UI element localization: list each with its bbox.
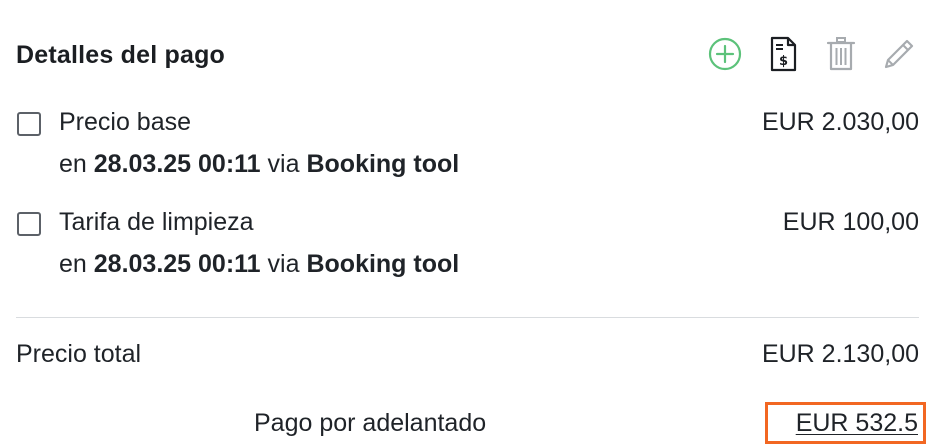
item-checkbox[interactable] xyxy=(17,212,41,236)
item-date: 28.03.25 00:11 xyxy=(93,150,261,178)
delete-button[interactable] xyxy=(821,34,861,74)
item-meta: en 28.03.25 00:11 via Booking tool xyxy=(59,250,459,279)
svg-text:$: $ xyxy=(779,54,788,69)
advance-payment-value[interactable]: EUR 532.5 xyxy=(796,409,918,438)
edit-button[interactable] xyxy=(879,34,919,74)
item-source: Booking tool xyxy=(306,150,460,178)
advance-payment-label: Pago por adelantado xyxy=(254,409,487,437)
item-meta-prefix: en xyxy=(59,150,87,178)
invoice-dollar-icon: $ xyxy=(770,36,797,72)
item-amount: EUR 100,00 xyxy=(782,208,919,236)
total-label: Precio total xyxy=(16,340,142,368)
payment-item: Precio base EUR 2.030,00 en 28.03.25 00:… xyxy=(16,104,919,184)
add-payment-button[interactable] xyxy=(705,34,745,74)
item-meta-prefix: en xyxy=(59,250,87,278)
payment-details-panel: Detalles del pago $ Precio base EUR 2.03… xyxy=(16,0,926,444)
item-amount: EUR 2.030,00 xyxy=(761,108,919,136)
payment-details-title: Detalles del pago xyxy=(16,41,226,69)
total-value: EUR 2.130,00 xyxy=(761,340,919,368)
item-date: 28.03.25 00:11 xyxy=(93,250,261,278)
pencil-icon xyxy=(884,39,914,69)
item-checkbox[interactable] xyxy=(17,112,41,136)
item-source: Booking tool xyxy=(306,250,460,278)
divider xyxy=(16,317,919,318)
item-meta-via: via xyxy=(267,250,300,278)
plus-circle-icon xyxy=(708,37,742,71)
payment-item: Tarifa de limpieza EUR 100,00 en 28.03.2… xyxy=(16,204,919,284)
payment-details-header: Detalles del pago $ xyxy=(16,34,919,74)
trash-icon xyxy=(826,37,856,71)
item-meta: en 28.03.25 00:11 via Booking tool xyxy=(59,150,459,179)
item-label: Tarifa de limpieza xyxy=(59,208,254,236)
invoice-button[interactable]: $ xyxy=(763,34,803,74)
item-meta-via: via xyxy=(267,150,300,178)
header-actions: $ xyxy=(705,34,919,74)
item-label: Precio base xyxy=(59,108,192,136)
